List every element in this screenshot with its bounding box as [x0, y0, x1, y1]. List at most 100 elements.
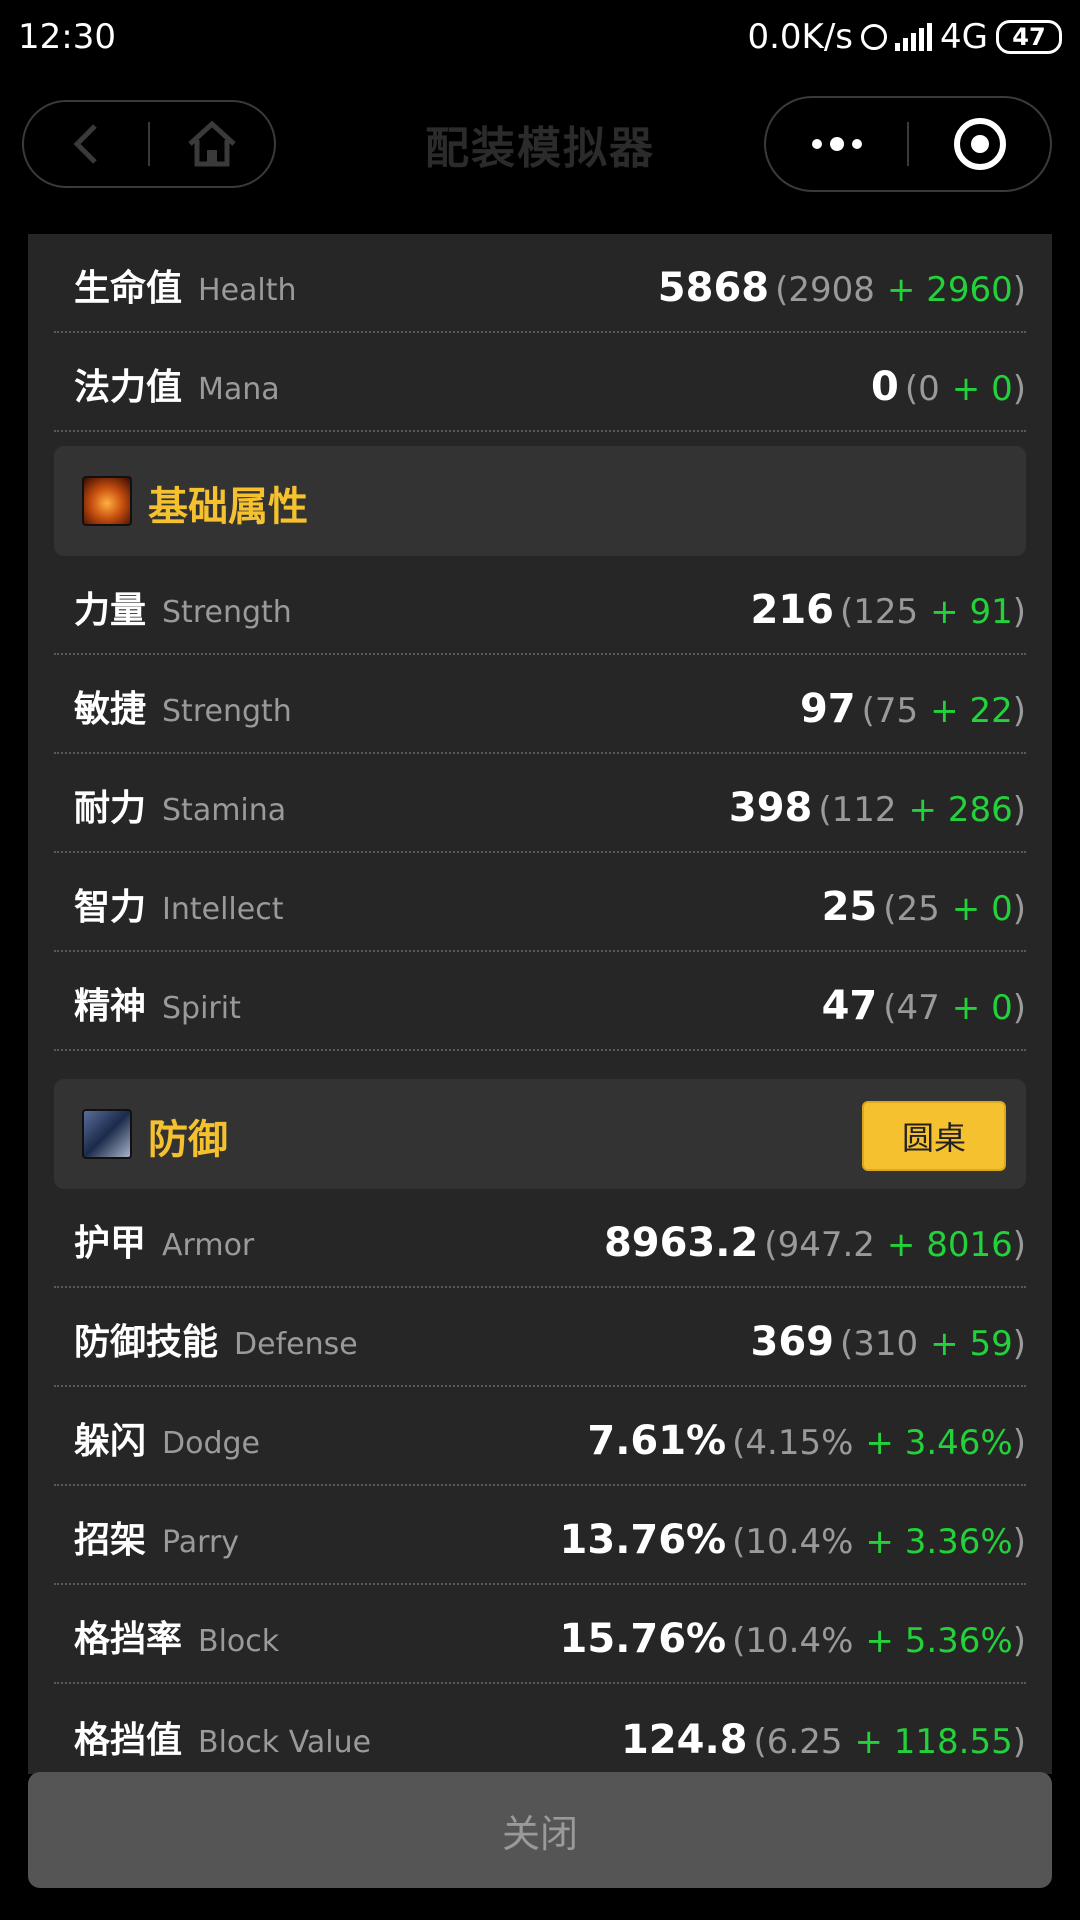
stat-bonus: + 118.55 [854, 1722, 1013, 1762]
stat-row-agility: 敏捷 Strength 97(75 + 22) [54, 655, 1026, 754]
stat-row-stamina: 耐力 Stamina 398(112 + 286) [54, 754, 1026, 853]
stat-base: 125 [853, 592, 919, 632]
stat-row-mana: 法力值 Mana 0(0 + 0) [54, 333, 1026, 432]
stat-name-en: Parry [162, 1525, 240, 1560]
stat-row-parry: 招架 Parry 13.76%(10.4% + 3.36%) [54, 1486, 1026, 1585]
stat-base: 310 [853, 1324, 919, 1364]
stat-base: 112 [831, 790, 897, 830]
stat-name-zh: 护甲 [74, 1223, 147, 1264]
stat-bonus: + 0 [951, 889, 1013, 929]
stat-name-zh: 招架 [74, 1520, 147, 1561]
stat-name-zh: 防御技能 [74, 1322, 219, 1363]
stat-name-en: Strength [162, 595, 292, 630]
stat-name-zh: 敏捷 [74, 689, 147, 730]
stat-name-en: Defense [234, 1327, 358, 1362]
close-miniprogram-button[interactable] [909, 98, 1050, 190]
section-title: 基础属性 [148, 484, 308, 530]
stat-name-zh: 精神 [74, 986, 147, 1027]
stat-bonus: + 59 [930, 1324, 1013, 1364]
stat-total: 47 [821, 983, 878, 1029]
stat-name-en: Dodge [162, 1426, 261, 1461]
more-button[interactable] [766, 98, 907, 190]
shield-icon [82, 1109, 132, 1159]
stat-base: 947.2 [777, 1225, 875, 1265]
stat-base: 6.25 [766, 1722, 843, 1762]
stat-total: 25 [821, 884, 878, 930]
section-defense: 防御 圆桌 [54, 1079, 1026, 1189]
stat-name-en: Strength [162, 694, 292, 729]
stat-name-en: Block [198, 1624, 280, 1659]
network-type: 4G [940, 17, 988, 57]
stat-row-health: 生命值 Health 5868(2908 + 2960) [54, 234, 1026, 333]
stat-base: 47 [896, 988, 940, 1028]
stat-name-en: Intellect [162, 892, 284, 927]
stat-bonus: + 2960 [886, 270, 1013, 310]
stat-name-zh: 耐力 [74, 788, 147, 829]
stat-row-intellect: 智力 Intellect 25(25 + 0) [54, 853, 1026, 952]
stat-bonus: + 286 [908, 790, 1013, 830]
stat-total: 8963.2 [603, 1220, 759, 1266]
status-time: 12:30 [18, 17, 116, 57]
stat-total: 369 [750, 1319, 835, 1365]
network-speed: 0.0K/s [747, 17, 854, 57]
stat-name-zh: 格挡率 [74, 1619, 183, 1660]
stat-bonus: + 22 [930, 691, 1013, 731]
stat-base: 0 [918, 369, 940, 409]
stat-base: 10.4% [745, 1522, 854, 1562]
stat-row-dodge: 躲闪 Dodge 7.61%(4.15% + 3.46%) [54, 1387, 1026, 1486]
stat-bonus: + 3.46% [865, 1423, 1013, 1463]
more-icon [811, 137, 862, 151]
stat-name-zh: 智力 [74, 887, 147, 928]
status-bar: 12:30 0.0K/s 4G 47 [0, 0, 1080, 74]
section-base-attributes: 基础属性 [54, 446, 1026, 556]
stat-base: 2908 [788, 270, 875, 310]
stat-total: 7.61% [587, 1418, 727, 1464]
stat-base: 75 [874, 691, 919, 731]
stat-bonus: + 0 [951, 369, 1013, 409]
stat-base: 10.4% [745, 1621, 854, 1661]
stat-name-zh: 躲闪 [74, 1421, 147, 1462]
alarm-icon [861, 24, 888, 50]
stat-name-zh: 力量 [74, 590, 147, 631]
stat-name-zh: 格挡值 [74, 1720, 183, 1761]
stat-bonus: + 5.36% [865, 1621, 1013, 1661]
stat-name-en: Mana [198, 372, 280, 407]
stat-total: 5868 [657, 265, 770, 311]
close-button[interactable]: 关闭 [28, 1772, 1052, 1888]
stat-name-zh: 法力值 [74, 367, 183, 408]
stat-name-en: Stamina [162, 793, 287, 828]
stat-bonus: + 8016 [886, 1225, 1013, 1265]
stat-row-block: 格挡率 Block 15.76%(10.4% + 5.36%) [54, 1585, 1026, 1684]
stat-name-en: Spirit [162, 991, 241, 1026]
stat-total: 97 [799, 686, 856, 732]
target-icon [953, 118, 1006, 170]
stat-total: 13.76% [559, 1517, 727, 1563]
round-table-button[interactable]: 圆桌 [862, 1101, 1006, 1171]
stat-total: 124.8 [620, 1717, 748, 1763]
battery-icon: 47 [996, 20, 1062, 54]
status-icons: 0.0K/s 4G 47 [747, 17, 1062, 57]
stat-name-zh: 生命值 [74, 268, 183, 309]
stat-name-en: Block Value [198, 1725, 372, 1760]
stat-row-strength: 力量 Strength 216(125 + 91) [54, 556, 1026, 655]
section-title: 防御 [148, 1117, 228, 1163]
bull-icon [82, 476, 132, 526]
nav-capsule-right [764, 96, 1052, 192]
stat-bonus: + 3.36% [865, 1522, 1013, 1562]
stat-total: 216 [750, 587, 835, 633]
stat-name-en: Armor [162, 1228, 255, 1263]
stats-panel[interactable]: 生命值 Health 5868(2908 + 2960) 法力值 Mana 0(0 + … [28, 234, 1052, 1774]
stat-base: 25 [896, 889, 940, 929]
stat-row-armor: 护甲 Armor 8963.2(947.2 + 8016) [54, 1189, 1026, 1288]
stat-total: 398 [728, 785, 813, 831]
stat-bonus: + 91 [930, 592, 1013, 632]
stat-bonus: + 0 [951, 988, 1013, 1028]
stat-base: 4.15% [745, 1423, 854, 1463]
stat-total: 0 [871, 364, 899, 410]
stat-total: 15.76% [559, 1616, 727, 1662]
stat-row-spirit: 精神 Spirit 47(47 + 0) [54, 952, 1026, 1051]
stat-row-block-value: 格挡值 Block Value 124.8(6.25 + 118.55) [54, 1684, 1026, 1774]
stat-name-en: Health [198, 273, 297, 308]
stat-row-defense: 防御技能 Defense 369(310 + 59) [54, 1288, 1026, 1387]
signal-icon [895, 23, 933, 51]
